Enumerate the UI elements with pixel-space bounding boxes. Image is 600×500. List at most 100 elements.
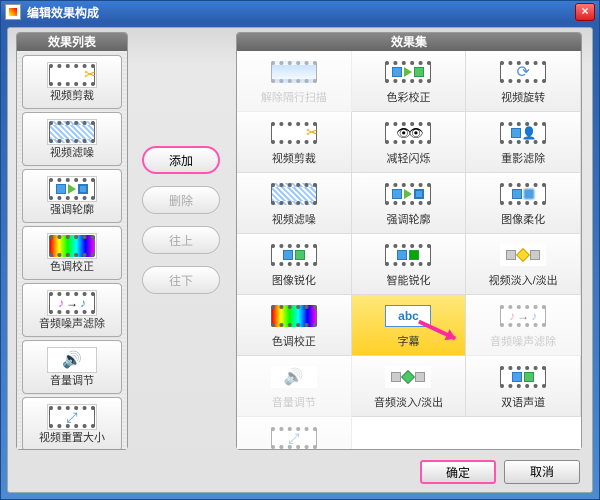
ok-label: 确定 (446, 466, 470, 480)
smart-sharpen-icon (380, 240, 436, 270)
effects-grid-item-label: 图像柔化 (501, 211, 545, 227)
deinterlace-icon (266, 57, 322, 87)
effects-grid-item-label: 强调轮廓 (386, 211, 430, 227)
ok-button[interactable]: 确定 (420, 460, 496, 484)
outline-icon (380, 179, 436, 209)
effects-list-item-label: 视频滤噪 (50, 147, 94, 159)
move-up-button[interactable]: 往上 (142, 226, 220, 254)
effects-grid-item[interactable]: 图像柔化 (466, 173, 581, 234)
effects-list-body: ✂ 视频剪裁视频滤噪强调轮廓色调校正 ♪→♪音频噪声滤除 🔊 音量调节 ⤢ 视频重置大小 (17, 51, 127, 449)
deflicker-icon: 👁👁 (380, 118, 436, 148)
effects-grid-item[interactable]: abc 字幕 (352, 295, 467, 356)
dialog-footer: 确定 取消 (420, 460, 580, 484)
effects-grid-item-label: 视频滤噪 (272, 211, 316, 227)
effects-grid-item-label: 智能锐化 (386, 272, 430, 288)
effects-grid-item: ♪→♪ 音频噪声滤除 (466, 295, 581, 356)
resize-icon: ⤢ (266, 423, 322, 449)
cancel-button[interactable]: 取消 (504, 460, 580, 484)
effects-list-title: 效果列表 (17, 33, 127, 51)
remove-button[interactable]: 删除 (142, 186, 220, 214)
effects-list-item[interactable]: 强调轮廓 (22, 169, 122, 223)
add-label: 添加 (169, 152, 193, 169)
dialog-body: 效果列表 ✂视频剪裁视频滤噪强调轮廓色调校正♪→♪音频噪声滤除🔊音量调节⤢视频重… (7, 27, 593, 493)
effects-grid-item-label: 色调校正 (272, 333, 316, 349)
volume-icon: 🔊 (47, 347, 97, 373)
move-down-label: 往下 (169, 272, 193, 289)
rainbow-icon (266, 301, 322, 331)
effects-grid-item[interactable]: 图像锐化 (237, 234, 352, 295)
volume-icon: 🔊 (266, 362, 322, 392)
effects-grid-item: 解除隔行扫描 (237, 51, 352, 112)
effects-grid-item[interactable]: 智能锐化 (352, 234, 467, 295)
color-correct-icon (380, 57, 436, 87)
move-up-label: 往上 (169, 232, 193, 249)
rotate-icon: ⟳ (495, 57, 551, 87)
close-button[interactable]: × (575, 3, 595, 21)
effects-grid-item: 🔊 音量调节 (237, 356, 352, 417)
effects-grid-item[interactable]: ✂ 视频剪裁 (237, 112, 352, 173)
effects-grid-item-label: 音频淡入/淡出 (374, 394, 443, 410)
app-icon (5, 4, 21, 20)
effects-grid-item[interactable]: 音频淡入/淡出 (352, 356, 467, 417)
effects-grid-item[interactable]: 色彩校正 (352, 51, 467, 112)
effects-grid-item[interactable]: 👤 重影滤除 (466, 112, 581, 173)
scissors-icon: ✂ (266, 118, 322, 148)
window-title: 编辑效果构成 (27, 4, 99, 21)
effects-grid-item[interactable]: 强调轮廓 (352, 173, 467, 234)
effects-list-item-label: 视频重置大小 (39, 432, 105, 444)
effects-grid-item[interactable]: 视频淡入/淡出 (466, 234, 581, 295)
titlebar: 编辑效果构成 × (1, 1, 599, 23)
effects-grid-item[interactable]: ⟳ 视频旋转 (466, 51, 581, 112)
effects-grid-item-label: 音量调节 (272, 394, 316, 410)
effects-list-item-label: 音量调节 (50, 375, 94, 387)
effects-grid-item-label: 视频旋转 (501, 89, 545, 105)
effects-set-title: 效果集 (237, 33, 581, 51)
audio-fade-icon (380, 362, 436, 392)
dual-audio-icon (495, 362, 551, 392)
move-down-button[interactable]: 往下 (142, 266, 220, 294)
subtitle-icon: abc (380, 301, 436, 331)
effects-list-item[interactable]: 色调校正 (22, 226, 122, 280)
effects-grid-item-label: 音频噪声滤除 (490, 333, 556, 349)
effects-grid-item-label: 视频淡入/淡出 (489, 272, 558, 288)
soften-icon (495, 179, 551, 209)
effects-list-item[interactable]: 🔊 音量调节 (22, 340, 122, 394)
sharpen-icon (266, 240, 322, 270)
dialog-window: 编辑效果构成 × 效果列表 ✂视频剪裁视频滤噪强调轮廓色调校正♪→♪音频噪声滤除… (0, 0, 600, 500)
effects-list-item-label: 音频噪声滤除 (39, 318, 105, 330)
audio-noise-icon: ♪→♪ (495, 301, 551, 331)
effects-list-item[interactable]: ✂ 视频剪裁 (22, 55, 122, 109)
add-button[interactable]: 添加 (142, 146, 220, 174)
effects-grid: 解除隔行扫描色彩校正⟳视频旋转✂视频剪裁👁👁减轻闪烁👤重影滤除视频滤噪强调轮廓图… (237, 51, 581, 449)
noise-icon (266, 179, 322, 209)
effects-grid-item-label: 解除隔行扫描 (261, 89, 327, 105)
effects-list-item-label: 色调校正 (50, 261, 94, 273)
effects-list-item-label: 视频剪裁 (50, 90, 94, 102)
effects-list-item-label: 强调轮廓 (50, 204, 94, 216)
effects-grid-item[interactable]: 视频滤噪 (237, 173, 352, 234)
effects-grid-item-label: 重影滤除 (501, 150, 545, 166)
effects-list-item[interactable]: ♪→♪音频噪声滤除 (22, 283, 122, 337)
scissors-icon: ✂ (47, 62, 97, 88)
effects-grid-item: ⤢视频重置大小 (237, 417, 352, 449)
effects-list-item[interactable]: 视频滤噪 (22, 112, 122, 166)
effects-list-item[interactable]: ⤢ 视频重置大小 (22, 397, 122, 449)
effects-grid-item-label: 字幕 (397, 333, 419, 349)
effects-list-panel: 效果列表 ✂ 视频剪裁视频滤噪强调轮廓色调校正 ♪→♪音频噪声滤除 🔊 音量调节 ⤢ 视频重… (16, 32, 128, 450)
effects-grid-item[interactable]: 双语声道 (466, 356, 581, 417)
video-fade-icon (495, 240, 551, 270)
resize-icon: ⤢ (47, 404, 97, 430)
ghost-icon: 👤 (495, 118, 551, 148)
cancel-label: 取消 (530, 465, 554, 479)
effects-grid-item-label: 色彩校正 (386, 89, 430, 105)
outline-icon (47, 176, 97, 202)
effects-grid-item-label: 双语声道 (501, 394, 545, 410)
transfer-buttons: 添加 删除 往上 往下 (142, 146, 222, 306)
rainbow-icon (47, 233, 97, 259)
effects-grid-item[interactable]: 色调校正 (237, 295, 352, 356)
remove-label: 删除 (169, 192, 193, 209)
effects-grid-item-label: 视频剪裁 (272, 150, 316, 166)
effects-set-panel: 效果集 解除隔行扫描 色彩校正 ⟳ 视频旋转 ✂ 视频剪裁 👁👁减轻闪烁 👤 重影滤除视频滤噪 强… (236, 32, 582, 450)
noise-icon (47, 119, 97, 145)
effects-grid-item[interactable]: 👁👁减轻闪烁 (352, 112, 467, 173)
